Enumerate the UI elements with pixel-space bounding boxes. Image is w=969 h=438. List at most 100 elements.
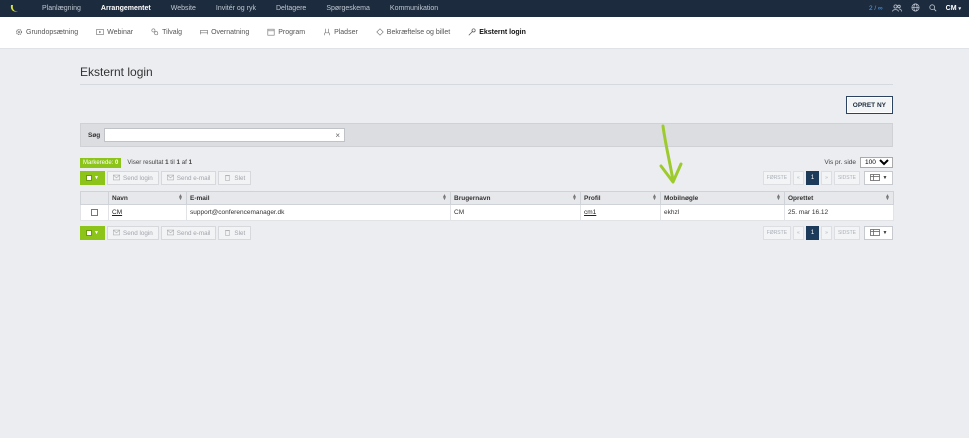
annotation-arrow-icon [659,124,683,184]
top-toolbar: ▼ Send login Send e-mail Slet FØRSTE « 1… [80,171,893,185]
delete-button[interactable]: Slet [218,171,252,185]
marked-badge: Markerede: 0 [80,157,122,168]
pager-first[interactable]: FØRSTE [762,226,792,240]
send-email-label: Send e-mail [176,174,211,182]
topnav-item-spoergeskema[interactable]: Spørgeskema [316,0,380,17]
search-bar: Søg × [80,123,893,147]
main-content: Eksternt login OPRET NY Søg × Markerede:… [80,49,894,240]
create-new-button[interactable]: OPRET NY [845,96,893,114]
subnav-item-overnatning[interactable]: Overnatning [191,28,258,38]
search-input[interactable] [105,129,344,141]
video-icon [96,28,105,38]
subnav-item-program[interactable]: Program [258,28,314,38]
pager-prev[interactable]: « [793,171,804,185]
caret-down-icon: ▼ [882,175,888,181]
per-page-select[interactable]: 100 [860,157,893,168]
envelope-icon [166,174,174,183]
topnav-item-website[interactable]: Website [161,0,206,17]
sub-navigation: Grundopsætning Webinar Tilvalg Overnatni… [0,17,969,49]
subnav-label: Pladser [334,29,358,36]
page-title: Eksternt login [80,65,893,85]
calendar-icon [267,28,275,38]
delete-label: Slet [234,174,246,182]
cell-profil[interactable]: cm1 [580,204,661,221]
per-page: Vis pr. side 100 [824,157,893,168]
select-all-dropdown[interactable]: ▼ [80,171,105,185]
caret-down-icon: ▼ [94,175,99,181]
subnav-label: Bekræftelse og billet [386,29,451,36]
column-header-navn[interactable]: Navn ▲ ▼ [108,191,187,205]
marked-label: Markerede: [83,159,114,166]
column-header-oprettet[interactable]: Oprettet ▲ ▼ [784,191,894,205]
caret-down-icon: ▼ [94,230,99,236]
subnav-item-bekraeftelse[interactable]: Bekræftelse og billet [367,27,459,38]
header-select [80,191,109,205]
cell-navn[interactable]: CM [108,204,187,221]
pager-current[interactable]: 1 [805,226,820,240]
delete-button[interactable]: Slet [218,226,252,240]
subnav-item-tilvalg[interactable]: Tilvalg [142,27,191,38]
pager-current[interactable]: 1 [805,171,820,185]
select-all-checkbox [86,175,93,181]
sort-icon: ▲ ▼ [652,193,657,202]
select-all-dropdown[interactable]: ▼ [80,226,105,240]
send-email-label: Send e-mail [176,229,211,237]
cell-email: support@conferencemanager.dk [186,204,451,221]
subnav-item-grundopsaetning[interactable]: Grundopsætning [6,28,87,38]
envelope-icon [113,229,120,238]
topnav-item-deltagere[interactable]: Deltagere [266,0,316,17]
clear-search-icon[interactable]: × [335,131,340,140]
result-prefix: Viser resultat [127,159,164,166]
pager-last[interactable]: SIDSTE [833,171,860,185]
column-header-profil[interactable]: Profil ▲ ▼ [580,191,661,205]
sort-icon: ▲ ▼ [776,193,781,202]
trash-icon [224,174,231,183]
pager-last[interactable]: SIDSTE [833,226,860,240]
options-icon [151,27,159,38]
pager-next[interactable]: » [821,171,832,185]
pager-next[interactable]: » [821,226,832,240]
topnav-item-inviter[interactable]: Invitér og ryk [206,0,266,17]
column-header-brugernavn[interactable]: Brugernavn ▲ ▼ [450,191,581,205]
topnav-item-planlaegning[interactable]: Planlægning [32,0,91,17]
columns-dropdown[interactable]: ▼ [864,226,893,240]
column-label: Brugernavn [454,194,491,202]
external-login-table: Navn ▲ ▼ E-mail ▲ ▼ Brugernavn ▲ ▼ Profil ▲ ▼ Mo… [80,191,894,221]
send-login-label: Send login [123,229,153,237]
send-login-button[interactable]: Send login [107,171,159,185]
columns-icon [869,173,880,183]
topnav-item-arrangementet[interactable]: Arrangementet [91,0,161,17]
send-login-label: Send login [123,174,153,182]
pager-first[interactable]: FØRSTE [762,171,792,185]
sort-icon: ▲ ▼ [442,193,447,202]
subnav-item-eksternt-login[interactable]: Eksternt login [459,27,535,38]
bottom-toolbar: ▼ Send login Send e-mail Slet FØRSTE « 1… [80,226,893,240]
send-email-button[interactable]: Send e-mail [160,171,217,185]
user-menu[interactable]: CM ▾ [946,5,961,12]
column-header-email[interactable]: E-mail ▲ ▼ [186,191,451,205]
users-icon[interactable] [891,3,902,14]
gear-icon [15,28,23,38]
app-logo-icon[interactable] [8,3,20,15]
subnav-label: Program [278,29,306,36]
column-header-mobilnoegle[interactable]: Mobilnøgle ▲ ▼ [660,191,785,205]
send-login-button[interactable]: Send login [107,226,159,240]
topnav-item-kommunikation[interactable]: Kommunikation [380,0,448,17]
globe-icon[interactable] [911,3,920,14]
create-row: OPRET NY [80,96,893,114]
subnav-label: Eksternt login [479,29,526,36]
subnav-item-pladser[interactable]: Pladser [314,28,367,38]
row-checkbox[interactable] [91,209,98,216]
pager-prev[interactable]: « [793,226,804,240]
send-email-button[interactable]: Send e-mail [160,226,217,240]
result-total: 1 [188,159,193,166]
columns-dropdown[interactable]: ▼ [864,171,893,185]
table-row: CM support@conferencemanager.dk CM cm1 e… [80,204,894,221]
row-select-cell [80,204,109,221]
search-icon[interactable] [929,3,937,14]
sort-icon: ▲ ▼ [178,193,183,202]
user-initials: CM [945,5,957,12]
subnav-item-webinar[interactable]: Webinar [87,28,142,38]
license-counter[interactable]: 2 / ∞ [869,5,883,12]
column-label: Navn [112,194,128,202]
